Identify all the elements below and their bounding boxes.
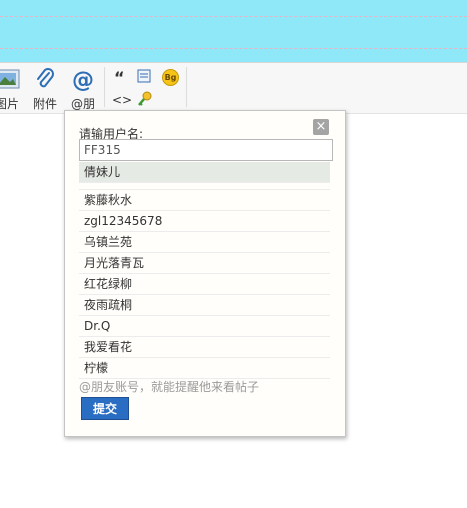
- image-icon: [0, 69, 20, 89]
- dashed-divider-bottom: [0, 48, 467, 49]
- suggestion-item[interactable]: 乌镇兰苑: [79, 232, 330, 253]
- submit-button[interactable]: 提交: [81, 397, 129, 420]
- at-sign-icon: @: [72, 68, 94, 93]
- close-icon[interactable]: ×: [313, 119, 329, 135]
- mention-hint: @朋友账号，就能提醒他来看帖子: [79, 380, 260, 394]
- hide-key-icon[interactable]: [137, 90, 153, 108]
- editor-title-area: [0, 0, 467, 62]
- attachment-label: 附件: [32, 97, 57, 111]
- suggestion-item[interactable]: 红花绿柳: [79, 274, 330, 295]
- attachment-button[interactable]: 附件: [31, 67, 59, 112]
- mention-friend-button[interactable]: @ @朋: [67, 67, 99, 112]
- code-icon[interactable]: <>: [112, 93, 132, 107]
- suggestion-item[interactable]: 紫藤秋水: [79, 189, 330, 211]
- suggestion-item[interactable]: zgl12345678: [79, 211, 330, 232]
- editor-toolbar: 图片 附件 @ @朋 “ <> Bg: [0, 62, 467, 114]
- insert-image-button[interactable]: 图片: [0, 67, 22, 112]
- quote-icon[interactable]: “: [114, 70, 125, 86]
- dashed-divider-top: [0, 16, 467, 17]
- username-suggestions: 倩妹儿 紫藤秋水 zgl12345678 乌镇兰苑 月光落青瓦 红花绿柳 夜雨疏…: [79, 162, 330, 379]
- toolbar-separator-right: [186, 67, 187, 107]
- suggestion-item[interactable]: Dr.Q: [79, 316, 330, 337]
- toolbar-separator: [104, 67, 105, 107]
- svg-text:@: @: [72, 68, 94, 91]
- suggestion-item[interactable]: 柠檬: [79, 358, 330, 379]
- suggestion-item[interactable]: 月光落青瓦: [79, 253, 330, 274]
- table-icon[interactable]: [137, 69, 151, 83]
- username-input[interactable]: [79, 139, 333, 161]
- suggestion-item[interactable]: 倩妹儿: [79, 162, 330, 183]
- paperclip-icon: [37, 68, 54, 88]
- mention-user-popup: × 请输用户名: 倩妹儿 紫藤秋水 zgl12345678 乌镇兰苑 月光落青瓦…: [64, 110, 346, 437]
- bg-color-icon[interactable]: Bg: [162, 69, 179, 86]
- suggestion-item[interactable]: 夜雨疏桐: [79, 295, 330, 316]
- insert-image-label: 图片: [0, 97, 19, 111]
- suggestion-item[interactable]: 我爱看花: [79, 337, 330, 358]
